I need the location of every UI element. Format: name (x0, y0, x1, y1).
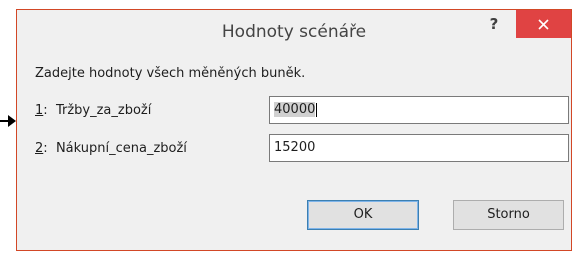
field-value-2: 15200 (274, 140, 316, 155)
field-label-2: 2: Nákupní_cena_zboží (35, 141, 187, 156)
close-button[interactable] (516, 10, 571, 38)
screenshot-stage: Hodnoty scénáře ? Zadejte hodnoty všech … (0, 0, 577, 260)
field-input-1[interactable]: 40000 (269, 96, 569, 124)
field-name-1: Tržby_za_zboží (55, 103, 152, 118)
scenario-values-dialog: Hodnoty scénáře ? Zadejte hodnoty všech … (16, 9, 572, 251)
pointer-arrow-icon (0, 115, 16, 127)
instruction-text: Zadejte hodnoty všech měněných buněk. (35, 66, 306, 81)
field-name-2: Nákupní_cena_zboží (55, 141, 187, 156)
field-input-2[interactable]: 15200 (269, 134, 569, 162)
text-caret (316, 102, 318, 117)
title-bar: Hodnoty scénáře ? (17, 10, 571, 54)
cancel-button[interactable]: Storno (453, 200, 564, 230)
field-index-colon-2: : (43, 141, 56, 156)
ok-button[interactable]: OK (307, 200, 419, 230)
field-value-1: 40000 (274, 102, 316, 117)
field-index-colon-1: : (43, 103, 56, 118)
top-strip (0, 0, 577, 9)
close-icon (538, 19, 549, 30)
help-button[interactable]: ? (481, 10, 507, 38)
field-label-1: 1: Tržby_za_zboží (35, 103, 151, 118)
